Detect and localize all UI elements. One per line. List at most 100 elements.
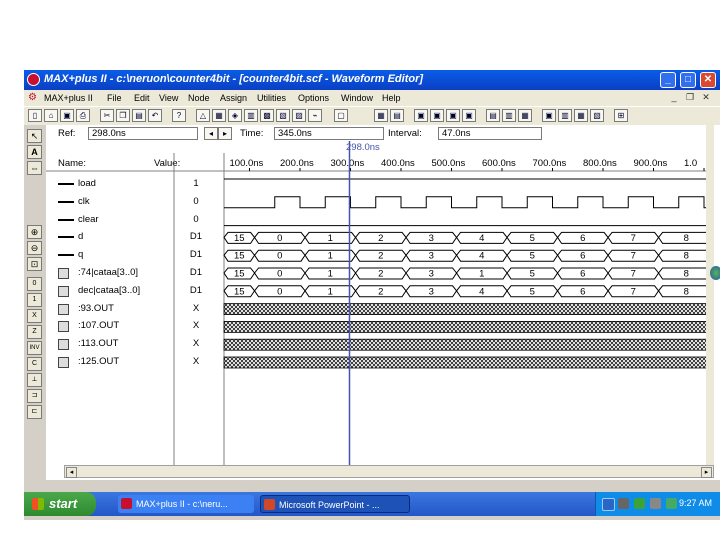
- menu-help[interactable]: Help: [382, 93, 401, 103]
- signal-name-3[interactable]: d: [78, 231, 83, 242]
- mdi-restore-button[interactable]: ❐: [684, 92, 696, 103]
- simulator-icon[interactable]: ◈: [228, 109, 242, 122]
- signal-name-0[interactable]: load: [78, 178, 96, 189]
- menu-node[interactable]: Node: [188, 93, 210, 103]
- text-icon[interactable]: A: [27, 145, 42, 159]
- menu-maxplus[interactable]: MAX+plus II: [44, 93, 93, 103]
- bus-value-label: 4: [479, 286, 484, 297]
- assign-icon[interactable]: ▢: [334, 109, 348, 122]
- save-compile-icon[interactable]: ▨: [292, 109, 306, 122]
- signal-name-7[interactable]: :93.OUT: [78, 303, 114, 314]
- signal-name-10[interactable]: :125.OUT: [78, 356, 119, 367]
- signal-name-2[interactable]: clear: [78, 214, 99, 225]
- vertical-scrollbar[interactable]: [706, 125, 714, 465]
- toolbar-icon-k[interactable]: ⊞: [614, 109, 628, 122]
- bus-value-label: 5: [530, 286, 535, 297]
- compiler-icon[interactable]: ▦: [212, 109, 226, 122]
- ref-right-arrow-icon[interactable]: ▸: [218, 127, 232, 140]
- save-icon[interactable]: ▣: [60, 109, 74, 122]
- invert-icon[interactable]: INV: [27, 341, 42, 355]
- tray-icon-a[interactable]: [634, 498, 645, 509]
- save-check-icon[interactable]: ▧: [276, 109, 290, 122]
- value-x-icon[interactable]: X: [27, 309, 42, 323]
- toolbar-icon-h[interactable]: ▥: [558, 109, 572, 122]
- waveform-canvas[interactable]: 15 0 1 2 3 4 5 6 7 815 0 1 2 3 4 5 6 7 815 0 1 2 3 1 5 6 7 815 0 1 2 3 4…: [46, 125, 714, 480]
- hierarchy-icon[interactable]: △: [196, 109, 210, 122]
- network-icon[interactable]: [602, 498, 615, 511]
- save-simulate-icon[interactable]: ⌁: [308, 109, 322, 122]
- time-tick-label: 500.0ns: [431, 158, 466, 169]
- signal-name-5[interactable]: :74|cataa[3..0]: [78, 267, 138, 278]
- start-button[interactable]: start: [24, 492, 96, 516]
- interval-field[interactable]: 47.0ns: [438, 127, 542, 140]
- horizontal-scrollbar[interactable]: ◂ ▸: [64, 465, 714, 478]
- toolbar-icon-a[interactable]: ▣: [430, 109, 444, 122]
- speaker-icon[interactable]: [618, 498, 629, 509]
- cut-icon[interactable]: ✂: [100, 109, 114, 122]
- toolbar-icon-c[interactable]: ▣: [462, 109, 476, 122]
- print-icon[interactable]: ⎙: [76, 109, 90, 122]
- signal-name-4[interactable]: q: [78, 249, 83, 260]
- timing-icon[interactable]: ▥: [244, 109, 258, 122]
- menu-assign[interactable]: Assign: [220, 93, 247, 103]
- floorplan-icon[interactable]: ▦: [374, 109, 388, 122]
- menu-window[interactable]: Window: [341, 93, 373, 103]
- ungroup-icon[interactable]: ⊏: [27, 405, 42, 419]
- ref-field[interactable]: 298.0ns: [88, 127, 198, 140]
- time-field[interactable]: 345.0ns: [274, 127, 384, 140]
- toolbar-icon-e[interactable]: ▥: [502, 109, 516, 122]
- menu-options[interactable]: Options: [298, 93, 329, 103]
- zoom-fit-icon[interactable]: ⇔: [27, 161, 42, 175]
- undo-icon[interactable]: ↶: [148, 109, 162, 122]
- time-tick-label: 200.0ns: [280, 158, 314, 169]
- toolbar-icon-g[interactable]: ▣: [542, 109, 556, 122]
- find-icon[interactable]: ▣: [414, 109, 428, 122]
- zoom-in-icon[interactable]: ⊕: [27, 225, 42, 239]
- pin-icon[interactable]: ▤: [390, 109, 404, 122]
- menu-view[interactable]: View: [159, 93, 178, 103]
- select-icon[interactable]: ↖: [27, 129, 42, 143]
- toolbar-icon-i[interactable]: ▦: [574, 109, 588, 122]
- minimize-button[interactable]: _: [660, 72, 676, 88]
- toolbar-icon-b[interactable]: ▣: [446, 109, 460, 122]
- maximize-button[interactable]: □: [680, 72, 696, 88]
- close-button[interactable]: ✕: [700, 72, 716, 88]
- paste-icon[interactable]: ▤: [132, 109, 146, 122]
- overwrite-clock-icon[interactable]: ⟂: [27, 373, 42, 387]
- help-icon[interactable]: ?: [172, 109, 186, 122]
- new-icon[interactable]: ▯: [28, 109, 42, 122]
- menu-edit[interactable]: Edit: [134, 93, 150, 103]
- time-tick-label: 1.0: [684, 158, 698, 169]
- copy-icon[interactable]: ❐: [116, 109, 130, 122]
- value-0-icon[interactable]: 0: [27, 277, 42, 291]
- signal-name-6[interactable]: dec|cataa[3..0]: [78, 285, 140, 296]
- overwrite-count-icon[interactable]: C: [27, 357, 42, 371]
- toolbar-icon-f[interactable]: ▦: [518, 109, 532, 122]
- value-z-icon[interactable]: Z: [27, 325, 42, 339]
- value-1-icon[interactable]: 1: [27, 293, 42, 307]
- taskbar-item-maxplus[interactable]: MAX+plus II - c:\neru...: [118, 495, 254, 513]
- menu-utilities[interactable]: Utilities: [257, 93, 286, 103]
- programmer-icon[interactable]: ▩: [260, 109, 274, 122]
- group-icon[interactable]: ⊐: [27, 389, 42, 403]
- taskbar-item-powerpoint[interactable]: Microsoft PowerPoint - ...: [260, 495, 410, 513]
- maxplus-app-icon[interactable]: [27, 73, 40, 86]
- signal-name-8[interactable]: :107.OUT: [78, 320, 119, 331]
- signal-name-1[interactable]: clk: [78, 196, 90, 207]
- toolbar-icon-d[interactable]: ▤: [486, 109, 500, 122]
- signal-name-9[interactable]: :113.OUT: [78, 338, 118, 349]
- title-bar[interactable]: MAX+plus II - c:\neruon\counter4bit - [c…: [24, 70, 720, 90]
- zoom-out-icon[interactable]: ⊖: [27, 241, 42, 255]
- scroll-right-arrow-icon[interactable]: ▸: [701, 467, 712, 478]
- mdi-minimize-button[interactable]: _: [668, 92, 680, 103]
- open-icon[interactable]: ⌂: [44, 109, 58, 122]
- mdi-icon[interactable]: ⚙: [28, 92, 37, 103]
- tray-icon-b[interactable]: [650, 498, 661, 509]
- scroll-left-arrow-icon[interactable]: ◂: [66, 467, 77, 478]
- ref-left-arrow-icon[interactable]: ◂: [204, 127, 218, 140]
- zoom-area-icon[interactable]: ⊡: [27, 257, 42, 271]
- mdi-close-button[interactable]: ✕: [700, 92, 712, 103]
- toolbar-icon-j[interactable]: ▧: [590, 109, 604, 122]
- tray-icon-c[interactable]: [666, 498, 677, 509]
- menu-file[interactable]: File: [107, 93, 122, 103]
